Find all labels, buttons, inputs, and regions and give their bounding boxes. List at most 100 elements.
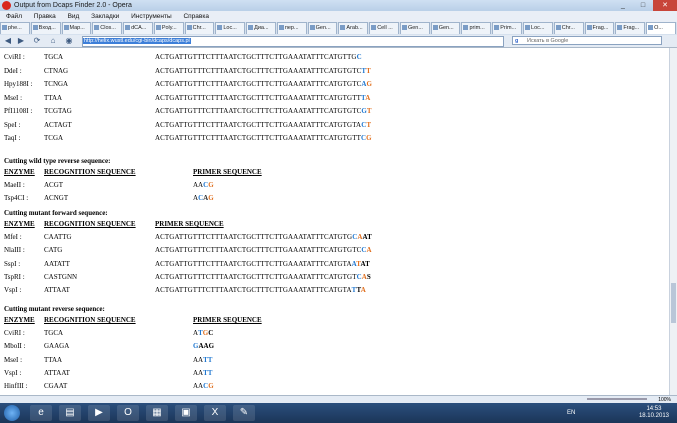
browser-tab[interactable]: dCA... — [123, 22, 153, 34]
minimize-button[interactable]: _ — [613, 0, 633, 11]
enzyme-name: MseI : — [4, 355, 23, 364]
browser-tab[interactable]: Loc... — [523, 22, 553, 34]
taskbar: e ▤ ▶ O ▦ ▣ X ✎ EN 14:53 18.10.2013 — [0, 403, 677, 423]
browser-tab[interactable]: Gen... — [430, 22, 461, 34]
browser-tab[interactable]: Arab... — [338, 22, 369, 34]
column-header-enzyme: ENZYME — [4, 220, 35, 228]
zoom-slider[interactable] — [587, 398, 647, 400]
primer-highlight: AT — [362, 233, 372, 241]
tab-label: phe... — [8, 25, 22, 31]
browser-tab[interactable]: Prim... — [492, 22, 523, 34]
browser-tab[interactable]: Poly... — [153, 22, 184, 34]
taskbar-media-icon[interactable]: ▶ — [88, 405, 110, 421]
enzyme-name: CviRI : — [4, 329, 25, 337]
primer-plain: AA — [193, 181, 204, 189]
primer-plain: ACTGATTGTTTCTTTAATCTGCTTTCTTGAAATATTTCAT… — [155, 107, 362, 115]
primer-plain: ACTGATTGTTTCTTTAATCTGCTTTCTTGAAATATTTCAT… — [155, 120, 362, 129]
close-button[interactable]: ✕ — [653, 0, 677, 11]
reload-button[interactable]: ⟳ — [32, 36, 42, 46]
menu-bar: Файл Правка Вид Закладки Инструменты Спр… — [0, 11, 677, 22]
taskbar-app-blue-icon[interactable]: ▣ — [175, 405, 197, 421]
scrollbar-thumb[interactable] — [671, 283, 676, 323]
forward-button[interactable]: ▶ — [16, 36, 26, 46]
taskbar-excel-icon[interactable]: X — [204, 405, 226, 421]
menu-view[interactable]: Вид — [68, 13, 80, 20]
menu-help[interactable]: Справка — [183, 13, 209, 20]
primer-sequence: AATT — [193, 356, 212, 364]
browser-tab[interactable]: Gen... — [399, 22, 430, 34]
browser-tab[interactable]: Frag... — [584, 22, 615, 34]
column-header-primer: PRIMER SEQUENCE — [193, 316, 262, 324]
tab-label: Poly... — [161, 25, 177, 31]
tab-favicon-icon — [432, 25, 438, 31]
primer-sequence: ACTGATTGTTTCTTTAATCTGCTTTCTTGAAATATTTCAT… — [155, 80, 372, 88]
enzyme-name: Tsp4CI : — [4, 194, 29, 203]
browser-tab[interactable]: Cell ... — [369, 22, 399, 34]
browser-tab[interactable]: Clos... — [92, 22, 123, 34]
browser-tab[interactable]: Chr... — [184, 22, 215, 34]
taskbar-paint-icon[interactable]: ✎ — [233, 405, 255, 421]
browser-tab[interactable]: Gen... — [307, 22, 338, 34]
menu-bookmarks[interactable]: Закладки — [91, 13, 119, 20]
taskbar-opera-icon[interactable]: O — [117, 405, 139, 421]
primer-sequence: ACTGATTGTTTCTTTAATCTGCTTTCTTGAAATATTTCAT… — [155, 134, 372, 142]
enzyme-name: TaqI : — [4, 134, 21, 142]
maximize-button[interactable]: □ — [633, 0, 653, 11]
clock[interactable]: 14:53 18.10.2013 — [639, 406, 669, 420]
tab-label: Frag... — [592, 25, 609, 31]
browser-tab[interactable]: Диа... — [246, 22, 276, 34]
recognition-sequence: TCGA — [44, 134, 64, 142]
recognition-sequence: TCGTAG — [44, 107, 72, 115]
browser-tab[interactable]: prim... — [461, 22, 492, 34]
enzyme-name: SpeI : — [4, 120, 21, 129]
browser-tab[interactable]: пер... — [276, 22, 307, 34]
browser-tab[interactable]: Map... — [61, 22, 92, 34]
home-button[interactable]: ⌂ — [48, 36, 58, 46]
primer-highlight: AAG — [198, 342, 215, 351]
primer-highlight: G — [366, 134, 372, 142]
tab-favicon-icon — [32, 25, 38, 31]
enzyme-name: DdeI : — [4, 66, 22, 75]
address-field[interactable]: http://helix.wustl.edu/cgi-bin/dcaps/dca… — [82, 36, 504, 47]
recognition-sequence: CTNAG — [44, 66, 69, 75]
recognition-sequence: ATTAAT — [44, 368, 70, 377]
menu-file[interactable]: Файл — [6, 13, 22, 20]
tab-favicon-icon — [186, 25, 192, 31]
enzyme-name: PfI1108I : — [4, 107, 33, 115]
browser-tab[interactable]: phe... — [0, 22, 30, 34]
primer-highlight: G — [208, 194, 214, 203]
tab-label: Chr... — [561, 25, 575, 31]
browser-tab[interactable]: Frag... — [615, 22, 646, 34]
primer-plain: ACTGATTGTTTCTTTAATCTGCTTTCTTGAAATATTTCAT… — [155, 233, 353, 241]
search-field[interactable]: g Искать в Google — [512, 36, 662, 45]
back-button[interactable]: ◀ — [3, 36, 13, 46]
browser-tab[interactable]: Вход... — [30, 22, 61, 34]
menu-tools[interactable]: Инструменты — [131, 13, 172, 20]
tab-favicon-icon — [648, 25, 654, 31]
primer-sequence: ATGC — [193, 329, 213, 337]
primer-sequence: AACG — [193, 382, 214, 390]
tab-label: Prim... — [500, 25, 517, 31]
taskbar-ie-icon[interactable]: e — [30, 405, 52, 421]
column-header-primer: PRIMER SEQUENCE — [155, 220, 224, 228]
system-tray: EN 14:53 18.10.2013 — [567, 403, 677, 423]
menu-edit[interactable]: Правка — [34, 13, 56, 20]
tab-label: Cell ... — [377, 25, 393, 31]
primer-highlight: A — [366, 246, 372, 255]
language-indicator[interactable]: EN — [567, 410, 575, 416]
browser-tab[interactable]: O... — [646, 22, 676, 34]
primer-sequence: ACAG — [193, 194, 214, 202]
primer-plain: ACTGATTGTTTCTTTAATCTGCTTTCTTGAAATATTTCAT… — [155, 66, 362, 75]
primer-sequence: ACTGATTGTTTCTTTAATCTGCTTTCTTGAAATATTTCAT… — [155, 246, 372, 254]
taskbar-explorer-icon[interactable]: ▤ — [59, 405, 81, 421]
start-button[interactable] — [4, 405, 20, 421]
panel-button[interactable]: ◉ — [64, 36, 74, 46]
taskbar-app-red-icon[interactable]: ▦ — [146, 405, 168, 421]
enzyme-name: VspI : — [4, 368, 22, 377]
primer-plain: AA — [193, 355, 204, 364]
tab-label: Gen... — [438, 25, 454, 31]
section-title: Cutting mutant reverse sequence: — [4, 305, 105, 313]
vertical-scrollbar[interactable] — [669, 48, 677, 395]
browser-tab[interactable]: Loc... — [215, 22, 246, 34]
browser-tab[interactable]: Chr... — [553, 22, 584, 34]
